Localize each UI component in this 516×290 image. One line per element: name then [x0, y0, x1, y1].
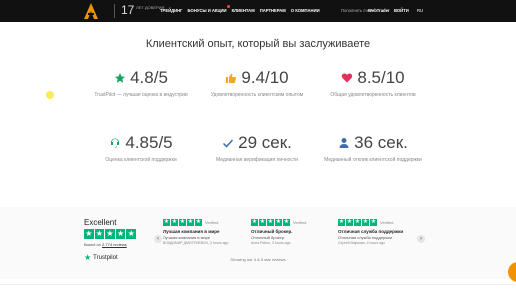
star-icon: ★	[283, 219, 290, 226]
review-card[interactable]: ★ ★ ★ ★ ★ Verified Отличный брокер. Отличный…	[251, 219, 331, 245]
star-icon: ★	[259, 219, 266, 226]
carousel-next-button[interactable]: ›	[417, 235, 425, 243]
verified-badge: Verified	[293, 220, 307, 225]
star-icon: ★	[179, 219, 186, 226]
star-icon: ★	[195, 219, 202, 226]
topup-link[interactable]: Пополнить счет	[341, 8, 372, 13]
review-title: Отличная служба поддержки	[338, 229, 404, 234]
review-text: Лучшая компания в мире	[163, 235, 211, 240]
showing-reviews-text: Showing our 4 & 5 star reviews	[230, 257, 286, 262]
verified-badge: Verified	[380, 220, 394, 225]
based-on-text: Based on 2,774 reviews	[84, 242, 136, 247]
review-card[interactable]: ★ ★ ★ ★ ★ Verified Отличная служба поддержки…	[338, 219, 418, 245]
review-stars: ★ ★ ★ ★ ★	[251, 219, 290, 226]
based-prefix: Based on	[84, 242, 101, 247]
star-icon: ★	[126, 229, 136, 239]
review-card[interactable]: ★ ★ ★ ★ ★ Verified Лучшая компания в мире Лу…	[163, 219, 243, 245]
webtrader-link[interactable]: WebTrader	[368, 8, 390, 13]
alpari-logo[interactable]	[84, 3, 98, 19]
review-title: Лучшая компания в мире	[163, 229, 220, 234]
star-icon: ★	[362, 219, 369, 226]
stat-desc: Оценка клиентской поддержки	[105, 157, 177, 163]
login-button[interactable]: ВОЙТИ	[394, 8, 409, 13]
star-icon: ★	[338, 219, 345, 226]
stat-support-rating: 4.85/5 Оценка клиентской поддержки	[81, 132, 201, 164]
star-icon: ★	[275, 219, 282, 226]
stat-desc: TrustPilot — лучшая оценка в индустрии	[94, 92, 188, 98]
stat-value: 4.8/5	[130, 68, 168, 87]
nav-about[interactable]: О КОМПАНИИ	[291, 8, 320, 13]
review-stars: ★ ★ ★ ★ ★	[338, 219, 377, 226]
nav-bonuses[interactable]: БОНУСЫ И АКЦИИ	[187, 5, 230, 13]
years-number: 17	[121, 3, 135, 17]
reviews-count-link[interactable]: 2,774 reviews	[102, 242, 127, 247]
thumbs-up-icon	[226, 73, 237, 83]
star-icon: ★	[105, 229, 115, 239]
star-icon: ★	[187, 219, 194, 226]
stat-value: 4.85/5	[125, 133, 173, 152]
stat-experience: 9.4/10 Удовлетворенность клиентским опыт…	[197, 67, 317, 99]
star-icon: ★	[370, 219, 377, 226]
star-icon: ★	[251, 219, 258, 226]
user-icon	[339, 138, 349, 148]
verified-badge: Verified	[205, 220, 219, 225]
star-icon	[115, 73, 126, 83]
bottom-divider	[0, 284, 516, 285]
star-icon: ★	[346, 219, 353, 226]
star-icon: ★	[115, 229, 126, 239]
stat-value: 8.5/10	[357, 68, 405, 87]
nav-clients[interactable]: КЛИЕНТАМ	[232, 8, 255, 13]
stat-trustpilot: 4.8/5 TrustPilot — лучшая оценка в индус…	[81, 67, 201, 99]
section-title: Клиентский опыт, который вы заслуживаете	[145, 38, 371, 50]
header-divider	[114, 4, 115, 18]
star-icon: ★	[163, 219, 170, 226]
stat-verification: 29 сек. Медианная верификация личности	[197, 132, 317, 164]
nav-trading[interactable]: ТРЕЙДИНГ	[160, 8, 183, 13]
star-icon: ★	[94, 229, 105, 239]
stat-desc: Медианный отклик клиентской поддержки	[324, 157, 422, 163]
headset-icon	[111, 138, 120, 148]
stat-response: 36 сек. Медианный отклик клиентской подд…	[313, 132, 433, 164]
nav-bonuses-label: БОНУСЫ И АКЦИИ	[187, 8, 227, 13]
star-icon: ★	[84, 229, 94, 239]
chat-widget-button[interactable]	[508, 262, 516, 282]
stat-value: 36 сек.	[354, 133, 408, 152]
stat-satisfaction: 8.5/10 Общая удовлетворенность клиентов	[313, 67, 433, 99]
review-author: Anna Pelton, 3 hours ago	[251, 241, 291, 245]
carousel-prev-button[interactable]: ‹	[154, 235, 162, 243]
stat-desc: Общая удовлетворенность клиентов	[330, 92, 416, 98]
review-title: Отличный брокер.	[251, 229, 293, 234]
cursor-highlight	[46, 91, 54, 99]
rating-stars: ★ ★ ★ ★ ★	[84, 229, 136, 239]
review-text: Отличный брокер.	[251, 235, 286, 240]
stat-desc: Медианная верификация личности	[216, 157, 298, 163]
stat-value: 29 сек.	[238, 133, 292, 152]
language-selector[interactable]: RU	[417, 8, 423, 13]
check-icon	[223, 139, 234, 148]
heart-icon	[342, 73, 353, 83]
top-navbar: 17 лет доверия ТРЕЙДИНГ БОНУСЫ И АКЦИИ К…	[0, 0, 516, 22]
trustpilot-summary[interactable]: Excellent ★ ★ ★ ★ ★ Based on 2,774 revie…	[84, 218, 136, 262]
stat-value: 9.4/10	[241, 68, 289, 87]
stat-desc: Удовлетворенность клиентским опытом	[210, 92, 304, 98]
notification-dot	[226, 5, 230, 8]
review-author: ВЛАДИМИР ДМИТРИЕВИЧ, 3 hours ago	[163, 241, 229, 245]
star-icon: ★	[354, 219, 361, 226]
review-stars: ★ ★ ★ ★ ★	[163, 219, 202, 226]
rating-word: Excellent	[84, 218, 117, 227]
nav-partners[interactable]: ПАРТНЕРАМ	[260, 8, 286, 13]
star-icon: ★	[267, 219, 274, 226]
review-author: Сергей Маркова, 4 hours ago	[338, 241, 386, 245]
review-text: Отличная служба поддержки	[338, 235, 392, 240]
main-nav: ТРЕЙДИНГ БОНУСЫ И АКЦИИ КЛИЕНТАМ ПАРТНЕР…	[160, 5, 320, 13]
star-icon: ★	[171, 219, 178, 226]
